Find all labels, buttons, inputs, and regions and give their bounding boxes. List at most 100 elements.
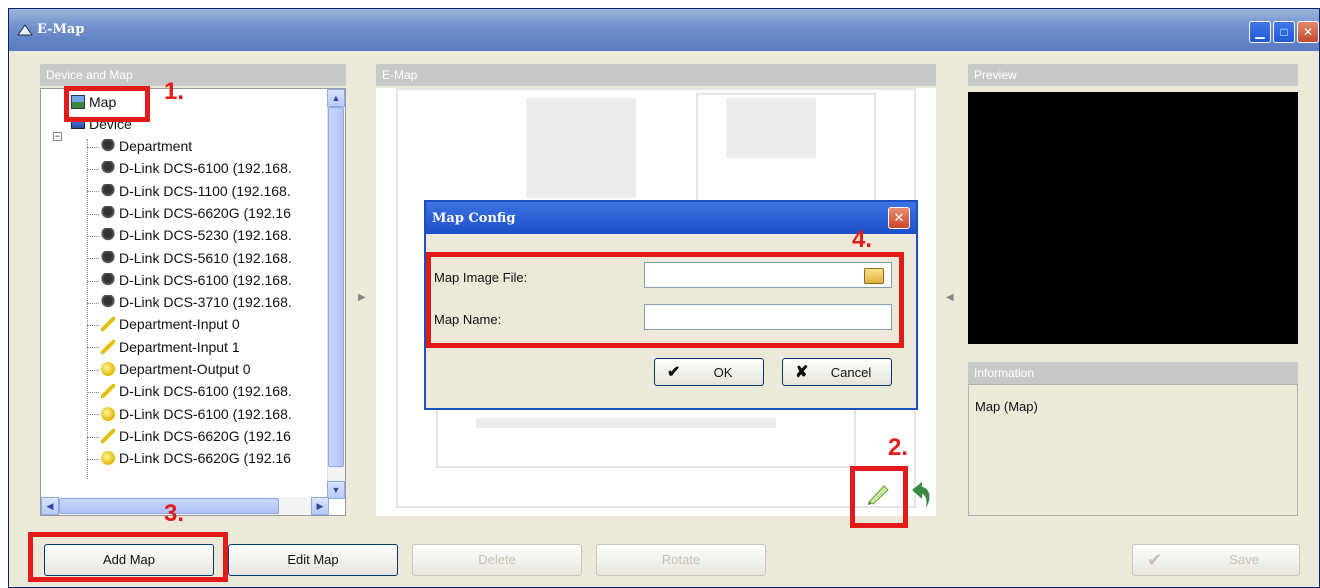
- app-icon: [17, 24, 33, 36]
- tree-item-device-child[interactable]: D-Link DCS-6100 (192.168.: [87, 380, 292, 402]
- annotation-box-4: [426, 252, 904, 348]
- tree-item-device-child[interactable]: D-Link DCS-6620G (192.16: [87, 447, 291, 469]
- tree-connector: [87, 258, 99, 260]
- emap-header: E-Map: [376, 64, 936, 86]
- edit-map-button[interactable]: Edit Map: [228, 544, 398, 576]
- collapse-icon[interactable]: −: [53, 132, 62, 141]
- tree-item-label: D-Link DCS-6620G (192.16: [119, 450, 291, 467]
- tree-connector: [87, 347, 99, 349]
- tree-item-label: D-Link DCS-6620G (192.16: [119, 204, 291, 221]
- tree-connector: [87, 280, 99, 282]
- tree-item-label: D-Link DCS-6100 (192.168.: [119, 383, 292, 400]
- scroll-up-icon[interactable]: ▲: [327, 89, 345, 107]
- tree-item-device-child[interactable]: D-Link DCS-5230 (192.168.: [87, 224, 292, 246]
- scroll-down-icon[interactable]: ▼: [327, 481, 345, 499]
- floorplan-wall: [476, 418, 776, 428]
- floorplan-room: [696, 93, 876, 203]
- pencil-icon: [101, 339, 115, 354]
- camera-icon: [101, 139, 115, 153]
- floorplan-bed: [526, 98, 636, 198]
- tree-connector: [87, 146, 99, 148]
- expand-right-icon[interactable]: ▶: [358, 292, 366, 303]
- tree-item-device-child[interactable]: Department-Input 0: [87, 313, 240, 335]
- device-and-map-header: Device and Map: [40, 64, 346, 86]
- tree-item-device-child[interactable]: D-Link DCS-6100 (192.168.: [87, 403, 292, 425]
- tree-connector: [87, 235, 99, 237]
- minimize-button[interactable]: ▁: [1249, 21, 1271, 43]
- annotation-box-2: [850, 466, 908, 528]
- camera-icon: [101, 295, 115, 310]
- tree-item-label: D-Link DCS-3710 (192.168.: [119, 294, 292, 311]
- device-tree[interactable]: Map − Device Department D-Link DCS-6100 (…: [40, 88, 346, 516]
- camera-icon: [101, 272, 115, 287]
- scroll-right-icon[interactable]: ▶: [311, 497, 329, 515]
- tree-item-device-child[interactable]: D-Link DCS-6100 (192.168.: [87, 269, 292, 291]
- pencil-icon: [101, 317, 115, 332]
- tree-item-device-child[interactable]: D-Link DCS-5610 (192.168.: [87, 247, 292, 269]
- annotation-box-3: [28, 532, 228, 582]
- tree-item-device-child[interactable]: D-Link DCS-6620G (192.16: [87, 425, 291, 447]
- tree-item-device-child[interactable]: Department-Input 1: [87, 336, 240, 358]
- save-button[interactable]: ✔ Save: [1132, 544, 1300, 576]
- tree-connector: [87, 414, 99, 416]
- camera-icon: [101, 250, 115, 265]
- tree-item-label: D-Link DCS-6100 (192.168.: [119, 405, 292, 422]
- tree-connector: [87, 436, 99, 438]
- tree-connector: [87, 191, 99, 193]
- tree-item-label: Department-Output 0: [119, 361, 251, 377]
- tree-connector: [87, 369, 99, 371]
- tree-item-label: Department-Input 1: [119, 338, 240, 355]
- camera-icon: [101, 205, 115, 220]
- tree-item-label: Department: [119, 138, 193, 154]
- scroll-left-icon[interactable]: ◀: [41, 497, 59, 515]
- dialog-close-button[interactable]: ✕: [888, 207, 910, 229]
- annotation-3: 3.: [164, 500, 185, 527]
- ok-button[interactable]: ✔ OK: [654, 358, 764, 386]
- rotate-button[interactable]: Rotate: [596, 544, 766, 576]
- tree-item-device-child[interactable]: D-Link DCS-1100 (192.168.: [87, 180, 291, 202]
- tree-item-label: D-Link DCS-5610 (192.168.: [119, 249, 292, 266]
- tree-item-label: D-Link DCS-6100 (192.168.: [119, 160, 292, 177]
- tree-vertical-scrollbar[interactable]: ▲ ▼: [327, 89, 345, 499]
- annotation-1: 1.: [164, 78, 185, 105]
- tree-item-label: Department-Input 0: [119, 316, 240, 333]
- information-pane: Map (Map): [968, 384, 1298, 516]
- pencil-icon: [101, 428, 115, 443]
- tree-item-device-child[interactable]: Department-Output 0: [87, 358, 251, 380]
- cancel-button[interactable]: ✘ Cancel: [782, 358, 892, 386]
- information-text: Map (Map): [975, 399, 1038, 414]
- window-title: E-Map: [37, 22, 85, 37]
- scroll-thumb[interactable]: [328, 107, 344, 467]
- window-titlebar[interactable]: E-Map ▁ □ ✕: [9, 9, 1319, 51]
- delete-button[interactable]: Delete: [412, 544, 582, 576]
- annotation-2: 2.: [888, 434, 909, 461]
- annotation-box-1: [64, 86, 150, 122]
- tree-connector: [87, 302, 99, 304]
- tree-item-label: D-Link DCS-6620G (192.16: [119, 427, 291, 444]
- expand-left-icon[interactable]: ◀: [946, 292, 954, 303]
- preview-pane: [968, 92, 1298, 344]
- tree-connector: [87, 213, 99, 215]
- dialog-title: Map Config: [432, 211, 516, 226]
- close-button[interactable]: ✕: [1297, 21, 1319, 43]
- annotation-4: 4.: [852, 226, 873, 253]
- tree-item-label: D-Link DCS-6100 (192.168.: [119, 271, 292, 288]
- tree-connector: [87, 169, 99, 171]
- tree-item-device-child[interactable]: D-Link DCS-6620G (192.16: [87, 202, 291, 224]
- camera-icon: [101, 183, 115, 198]
- bulb-icon: [101, 451, 115, 466]
- maximize-button[interactable]: □: [1273, 21, 1295, 43]
- tree-item-device-child[interactable]: Department: [87, 135, 192, 157]
- tree-item-device-child[interactable]: D-Link DCS-3710 (192.168.: [87, 291, 292, 313]
- tree-connector: [87, 392, 99, 394]
- undo-arrow-icon[interactable]: [908, 480, 932, 510]
- save-label: Save: [1229, 552, 1259, 567]
- information-header: Information: [968, 362, 1298, 384]
- checkmark-icon: ✔: [1147, 550, 1163, 570]
- dialog-titlebar[interactable]: Map Config ✕: [426, 202, 916, 234]
- tree-item-label: D-Link DCS-5230 (192.168.: [119, 227, 292, 244]
- tree-horizontal-scrollbar[interactable]: ◀ ▶: [41, 497, 329, 515]
- tree-item-device-child[interactable]: D-Link DCS-6100 (192.168.: [87, 157, 292, 179]
- bulb-icon: [101, 362, 115, 376]
- camera-icon: [101, 161, 115, 176]
